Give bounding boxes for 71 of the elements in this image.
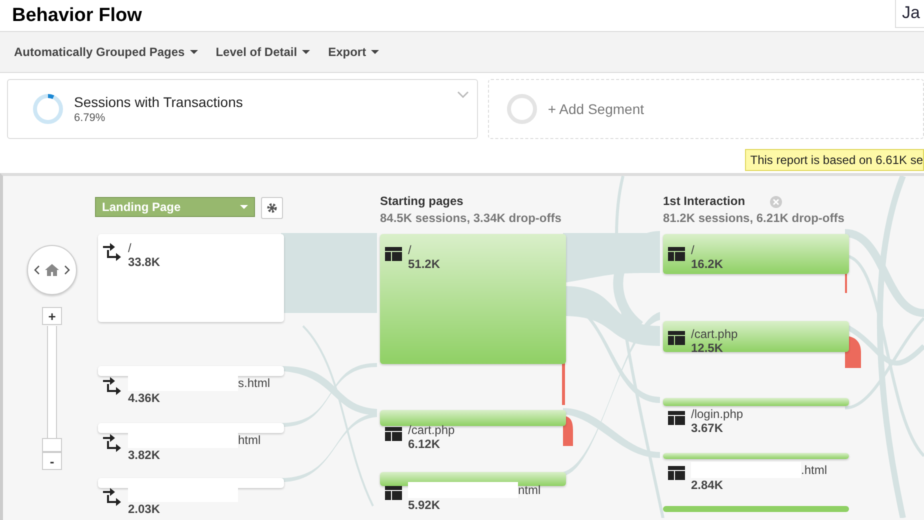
zoom-slider-thumb[interactable]: [42, 438, 62, 452]
page-icon: [668, 411, 685, 425]
entrance-arrows-icon: [103, 434, 122, 452]
page-icon: [668, 331, 685, 345]
page-node-bar[interactable]: [663, 234, 849, 274]
toolbar-menu-button[interactable]: Automatically Grouped Pages: [14, 45, 198, 59]
segment-card[interactable]: Sessions with Transactions 6.79%: [7, 79, 478, 139]
landing-node-box[interactable]: [98, 366, 284, 376]
node-value: 2.84K: [691, 478, 724, 492]
entrance-arrows-icon: [103, 377, 122, 395]
page-node-bar[interactable]: [663, 321, 849, 352]
page-node-bar[interactable]: [663, 398, 849, 406]
entrance-arrows-icon: [103, 243, 122, 261]
settings-icon: [266, 202, 278, 214]
segment-name: Sessions with Transactions: [74, 94, 243, 110]
page-node-bar[interactable]: [380, 234, 566, 364]
toolbar-menu-button[interactable]: Export: [328, 45, 380, 59]
column-summary: 84.5K sessions, 3.34K drop-offs: [380, 211, 562, 225]
node-value: 4.36K: [128, 391, 162, 405]
node-label: s.html: [238, 376, 270, 390]
node-label: html: [238, 433, 261, 447]
page-node-bar[interactable]: [380, 410, 566, 426]
page-icon: [668, 247, 685, 261]
segment-ring-icon: [32, 93, 64, 125]
entrance-arrows-icon: [103, 488, 122, 506]
node-label: ntml: [518, 483, 541, 497]
empty-ring-icon: [506, 93, 538, 125]
node-label: /: [408, 243, 412, 257]
home-pan-icon: [33, 263, 71, 277]
date-range-field[interactable]: Ja: [895, 0, 924, 28]
page-icon: [385, 486, 402, 500]
page-icon: [668, 466, 685, 480]
close-icon[interactable]: [770, 196, 782, 208]
node-label: .html: [801, 463, 828, 477]
node-label: /: [691, 243, 694, 257]
node-value: 16.2K: [691, 257, 724, 271]
caret-icon: [240, 205, 248, 209]
page-node-bar[interactable]: [663, 453, 849, 459]
zoom-in-button[interactable]: +: [42, 307, 62, 325]
node-value: 2.03K: [128, 502, 162, 516]
page-title: Behavior Flow: [12, 5, 142, 27]
column-summary: 81.2K sessions, 6.21K drop-offs: [663, 211, 844, 225]
add-segment-card[interactable]: + Add Segment: [488, 79, 924, 139]
chevron-down-icon[interactable]: [456, 91, 469, 98]
column-title: Starting pages: [380, 194, 464, 208]
node-value: 6.12K: [408, 437, 442, 451]
pan-home-control[interactable]: [27, 245, 77, 295]
toolbar-menu-button[interactable]: Level of Detail: [216, 45, 310, 59]
node-value: 3.82K: [128, 448, 162, 462]
node-value: 33.8K: [128, 255, 160, 269]
caret-icon: [371, 50, 380, 54]
landing-node-box[interactable]: [98, 234, 284, 322]
node-label: /login.php: [691, 407, 744, 421]
settings-button[interactable]: [261, 197, 283, 219]
node-value: 12.5K: [691, 341, 724, 355]
zoom-out-button[interactable]: -: [42, 452, 62, 470]
page-icon: [385, 427, 402, 441]
segment-value: 6.79%: [74, 112, 106, 124]
node-label: /cart.php: [408, 423, 455, 437]
node-label: /: [128, 241, 132, 255]
node-value: 3.67K: [691, 421, 724, 435]
page-icon: [385, 247, 402, 261]
caret-icon: [190, 50, 198, 54]
node-value: 51.2K: [408, 257, 440, 271]
sampling-notice: This report is based on 6.61K se: [745, 149, 924, 171]
column-title: 1st Interaction: [663, 194, 746, 208]
caret-icon: [302, 50, 310, 54]
node-value: 5.92K: [408, 498, 442, 512]
landing-node-box[interactable]: [98, 423, 284, 433]
node-label: /cart.php: [691, 327, 738, 341]
add-segment-label: + Add Segment: [548, 101, 644, 117]
